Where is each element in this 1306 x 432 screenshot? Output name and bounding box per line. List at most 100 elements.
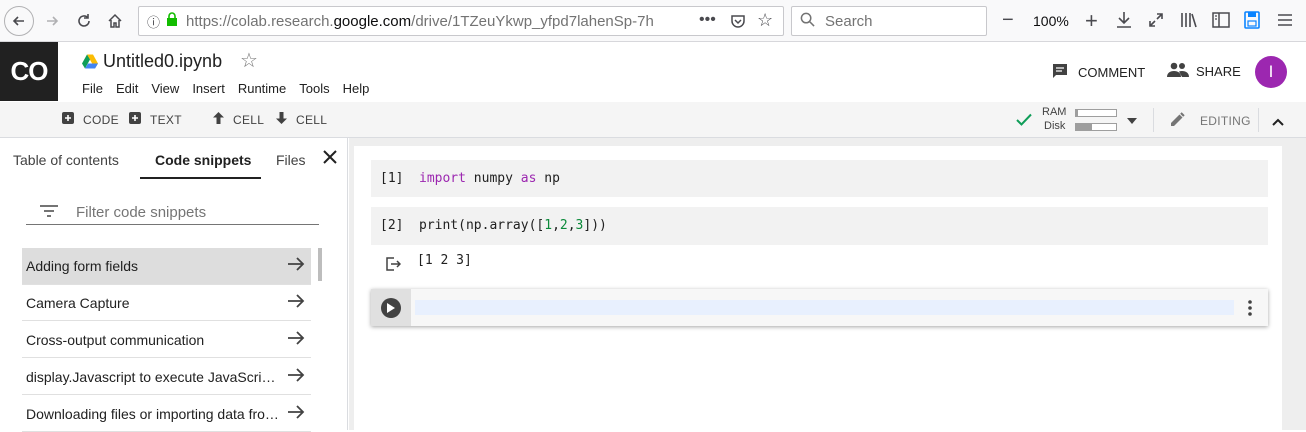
share-label: SHARE [1196, 64, 1241, 79]
disk-label: Disk [1044, 120, 1066, 132]
code-number: 2 [559, 218, 568, 233]
add-text-label: TEXT [150, 112, 182, 127]
comment-button[interactable]: COMMENT [1051, 62, 1145, 83]
move-cell-up-button[interactable]: CELL [213, 112, 264, 127]
avatar[interactable]: I [1255, 56, 1287, 88]
pocket-icon[interactable] [730, 13, 746, 33]
arrow-up-icon [213, 112, 224, 127]
code-cell[interactable]: [1] import numpy as np [371, 160, 1268, 197]
zoom-level[interactable]: 100% [1033, 13, 1069, 29]
snippet-item[interactable]: Cross-output communication [22, 322, 311, 358]
menu-hamburger-icon[interactable] [1276, 12, 1294, 33]
home-icon[interactable] [101, 7, 129, 35]
url-prefix: https://colab.research. [186, 12, 334, 30]
ram-bar [1075, 109, 1117, 117]
cell-code[interactable]: print(np.array([1,2,3])) [419, 218, 607, 233]
url-path: /drive/1TZeuYkwp_yfpd7lahenSp-7h [411, 12, 654, 30]
people-icon [1167, 62, 1189, 81]
add-code-button[interactable]: CODE [62, 112, 119, 127]
reload-icon[interactable] [70, 7, 98, 35]
snippet-label: display.Javascript to execute JavaScript… [26, 368, 281, 385]
url-domain: google.com [333, 12, 412, 30]
arrow-right-icon[interactable] [287, 329, 305, 350]
sidebar: Table of contents Code snippets Files Fi… [0, 138, 348, 432]
arrow-right-icon[interactable] [287, 255, 305, 276]
snippet-item[interactable]: Adding form fields [22, 248, 311, 285]
zoom-out-icon[interactable]: − [1002, 9, 1014, 32]
arrow-right-icon[interactable] [287, 292, 305, 313]
search-bar[interactable]: Search [791, 6, 987, 36]
menu-file[interactable]: File [82, 81, 103, 96]
zoom-in-icon[interactable]: + [1085, 8, 1098, 34]
snippet-item[interactable]: display.Javascript to execute JavaScript… [22, 359, 311, 395]
move-cell-down-button[interactable]: CELL [276, 112, 327, 127]
download-icon[interactable] [1116, 11, 1132, 34]
filter-placeholder: Filter code snippets [76, 204, 207, 221]
sidebar-toggle-icon[interactable] [1212, 12, 1230, 33]
arrow-right-icon[interactable] [287, 366, 305, 387]
menu-tools[interactable]: Tools [299, 81, 329, 96]
fullscreen-icon[interactable] [1148, 12, 1164, 33]
bookmark-star-icon[interactable]: ☆ [757, 10, 773, 31]
code-text: numpy [465, 171, 521, 186]
resource-monitor[interactable]: RAM Disk [1042, 106, 1142, 134]
pencil-icon [1171, 112, 1185, 129]
code-cell[interactable]: [2] print(np.array([1,2,3])) [371, 207, 1268, 245]
menu-insert[interactable]: Insert [192, 81, 225, 96]
colab-logo[interactable]: CO [0, 42, 58, 101]
active-code-cell[interactable] [371, 289, 1268, 326]
library-icon[interactable] [1180, 12, 1198, 33]
snippet-label: Downloading files or importing data from… [26, 405, 281, 422]
run-cell-button[interactable] [371, 289, 411, 326]
tab-files[interactable]: Files [276, 152, 306, 168]
close-icon[interactable] [322, 149, 338, 168]
notebook-toolbar: CODE TEXT CELL CELL RAM Disk EDITING [0, 102, 1306, 138]
menu-help[interactable]: Help [343, 81, 370, 96]
share-button[interactable]: SHARE [1167, 62, 1241, 81]
comment-label: COMMENT [1078, 65, 1146, 80]
code-text: print(np.array([ [419, 218, 545, 233]
divider [1258, 108, 1259, 132]
snippet-label: Cross-output communication [26, 331, 205, 348]
site-info-icon[interactable]: ⓘ [147, 12, 160, 31]
more-vert-icon[interactable] [1248, 300, 1252, 321]
execution-count: [1] [380, 171, 404, 186]
play-icon[interactable] [381, 297, 401, 318]
snippet-item[interactable]: Camera Capture [22, 285, 311, 321]
connected-check-icon [1016, 113, 1032, 129]
tab-table-of-contents[interactable]: Table of contents [13, 152, 119, 168]
forward-icon[interactable] [38, 7, 66, 35]
code-keyword: as [520, 171, 537, 186]
search-placeholder: Search [825, 12, 873, 30]
plus-box-icon [129, 112, 141, 127]
page-actions-icon[interactable]: ••• [699, 11, 716, 29]
save-page-icon[interactable] [1244, 11, 1260, 34]
cell-code[interactable]: import numpy as np [419, 171, 560, 186]
star-icon[interactable]: ☆ [240, 48, 258, 73]
google-drive-icon[interactable] [82, 54, 98, 74]
dropdown-caret-icon[interactable] [1127, 113, 1137, 127]
editing-mode-button[interactable]: EDITING [1171, 112, 1251, 129]
add-code-label: CODE [83, 112, 119, 127]
output-icon[interactable] [385, 256, 402, 277]
url-bar[interactable]: ⓘ https://colab.research.google.com/driv… [138, 6, 784, 36]
menu-view[interactable]: View [151, 81, 179, 96]
cell-editor[interactable] [415, 300, 1234, 315]
code-text: np [536, 171, 560, 186]
notebook-title[interactable]: Untitled0.ipynb [103, 51, 222, 72]
code-text: ])) [583, 218, 607, 233]
snippet-item[interactable]: Downloading files or importing data from… [22, 396, 311, 432]
move-up-label: CELL [233, 112, 265, 127]
collapse-header-icon[interactable] [1272, 115, 1284, 129]
back-icon[interactable] [4, 6, 34, 36]
add-text-button[interactable]: TEXT [129, 112, 182, 127]
code-keyword: import [419, 171, 466, 186]
tab-code-snippets[interactable]: Code snippets [155, 152, 251, 168]
sidebar-tabs: Table of contents Code snippets Files [0, 138, 348, 180]
sidebar-scrollbar[interactable] [318, 248, 322, 281]
filter-snippets-field[interactable]: Filter code snippets [26, 201, 319, 225]
menu-edit[interactable]: Edit [116, 81, 138, 96]
disk-bar-fill [1076, 124, 1092, 130]
menu-runtime[interactable]: Runtime [238, 81, 286, 96]
arrow-right-icon[interactable] [287, 403, 305, 424]
